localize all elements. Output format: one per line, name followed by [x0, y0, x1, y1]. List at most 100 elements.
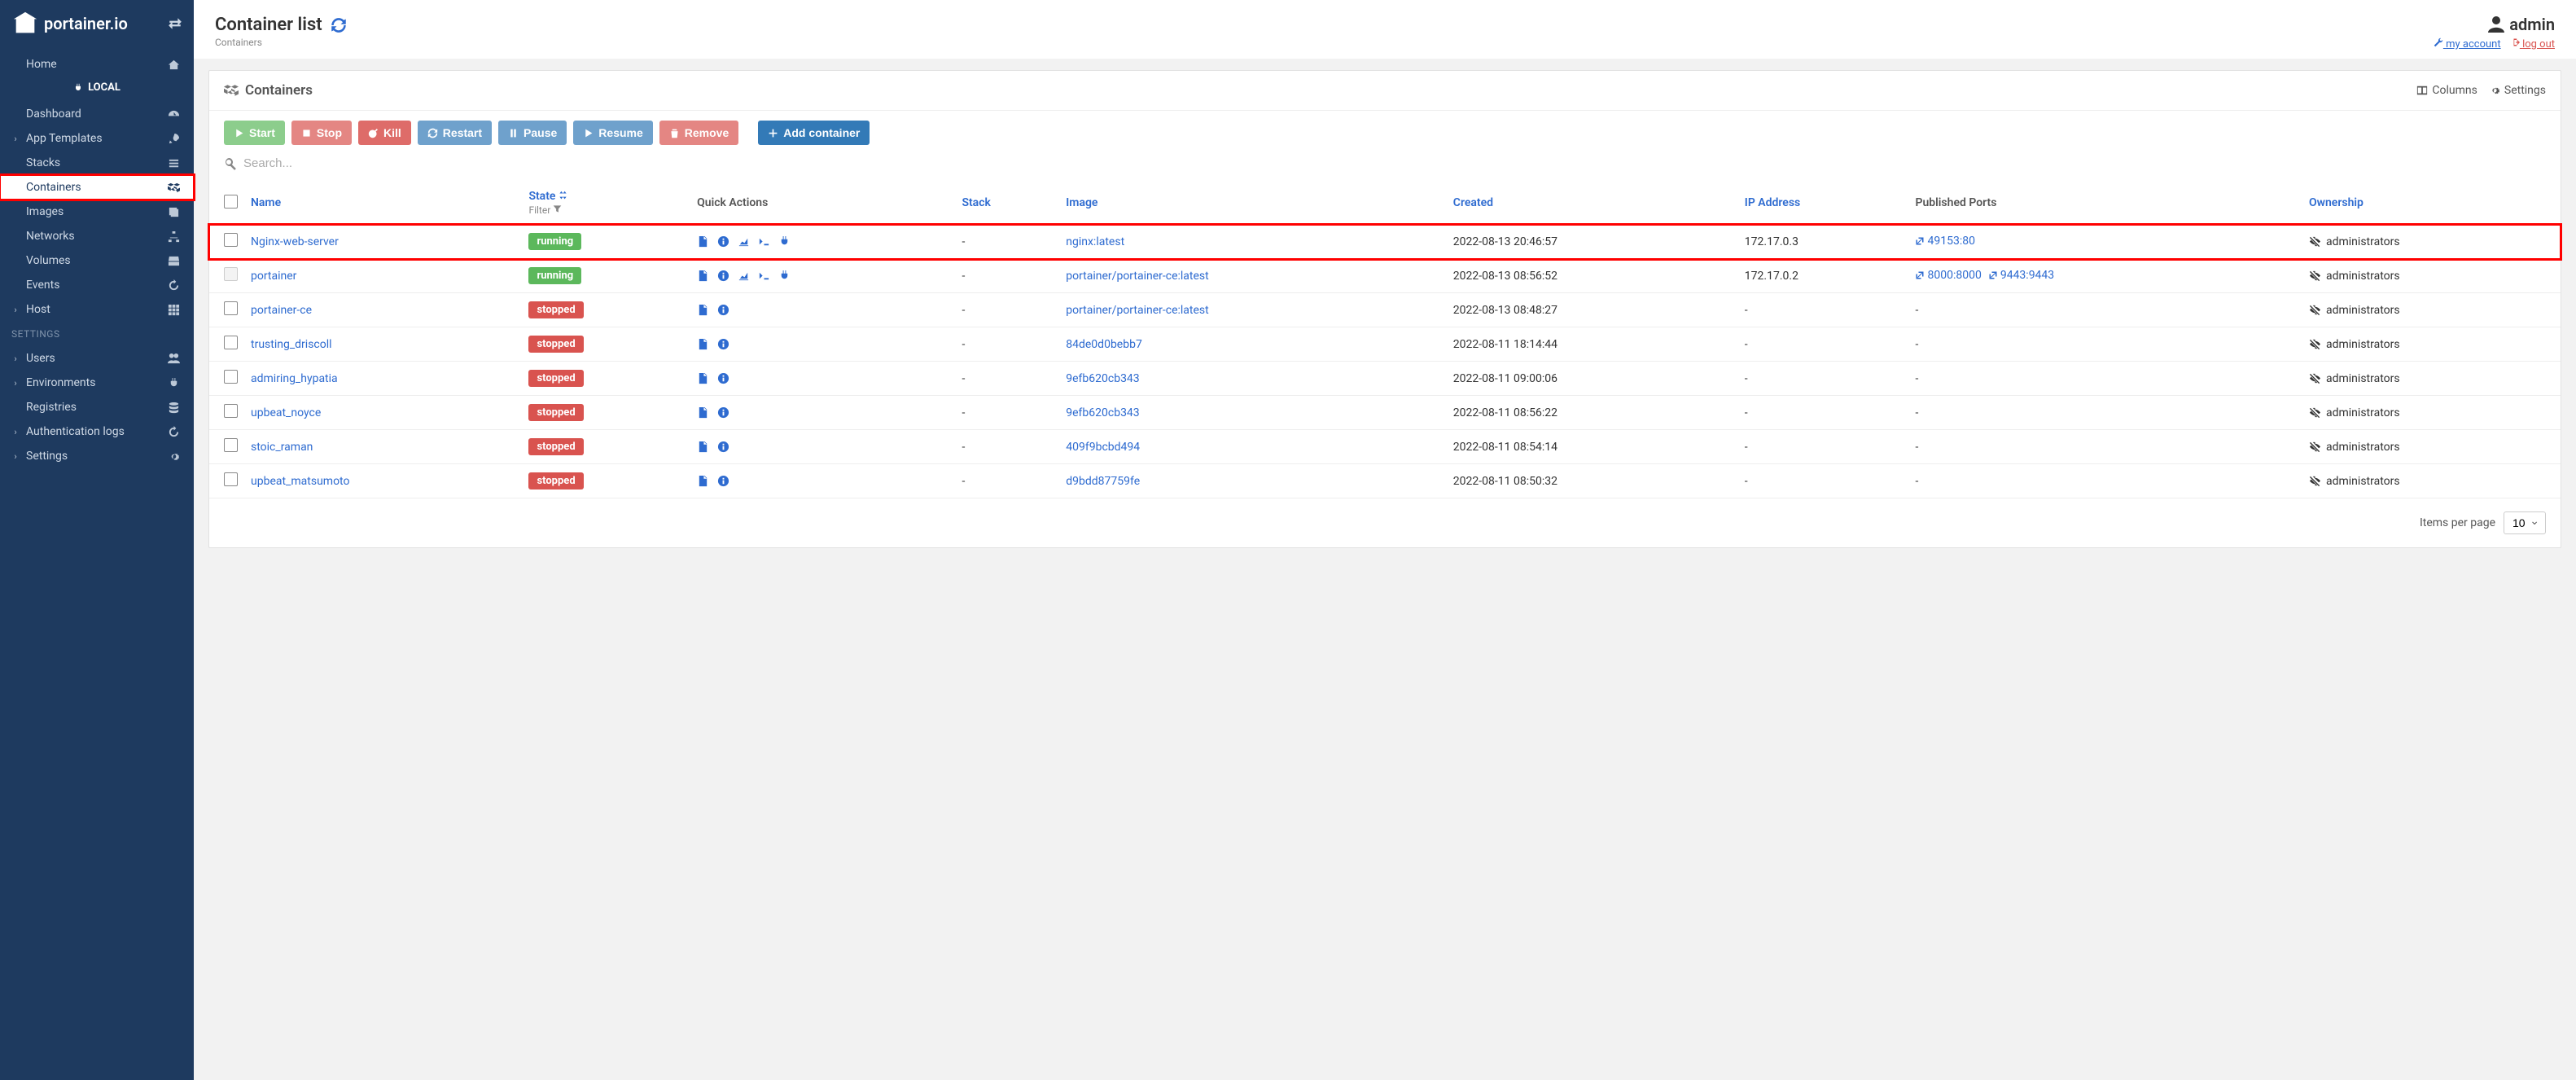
- sidebar-item-dashboard[interactable]: Dashboard: [0, 102, 194, 126]
- sidebar-item-images[interactable]: Images: [0, 200, 194, 224]
- settings-button[interactable]: Settings: [2489, 84, 2546, 97]
- inspect-icon[interactable]: [717, 372, 729, 384]
- brand-text: portainer.io: [44, 14, 128, 33]
- col-stack[interactable]: Stack: [955, 182, 1059, 225]
- row-checkbox[interactable]: [224, 336, 238, 349]
- inspect-icon[interactable]: [717, 406, 729, 419]
- refresh-icon[interactable]: [331, 17, 347, 33]
- brand-logo[interactable]: portainer.io: [11, 10, 128, 37]
- search-row: [209, 150, 2561, 182]
- logs-icon[interactable]: [697, 304, 709, 316]
- col-created[interactable]: Created: [1447, 182, 1738, 225]
- container-name-link[interactable]: stoic_raman: [251, 441, 313, 454]
- image-link[interactable]: 9efb620cb343: [1066, 406, 1139, 419]
- sidebar-item-authentication-logs[interactable]: ›Authentication logs: [0, 419, 194, 444]
- sidebar-item-home[interactable]: Home: [0, 52, 194, 77]
- logs-icon[interactable]: [697, 441, 709, 453]
- inspect-icon[interactable]: [717, 235, 729, 248]
- col-ownership[interactable]: Ownership: [2302, 182, 2561, 225]
- resume-button[interactable]: Resume: [573, 121, 652, 145]
- container-name-link[interactable]: upbeat_matsumoto: [251, 475, 349, 488]
- image-link[interactable]: portainer/portainer-ce:latest: [1066, 304, 1208, 317]
- container-name-link[interactable]: upbeat_noyce: [251, 406, 321, 419]
- sidebar-item-users[interactable]: ›Users: [0, 346, 194, 371]
- row-checkbox[interactable]: [224, 472, 238, 486]
- inspect-icon[interactable]: [717, 441, 729, 453]
- row-checkbox[interactable]: [224, 438, 238, 452]
- start-button[interactable]: Start: [224, 121, 285, 145]
- col-ip[interactable]: IP Address: [1738, 182, 1909, 225]
- image-link[interactable]: 9efb620cb343: [1066, 372, 1139, 385]
- col-state[interactable]: State Filter: [522, 182, 690, 225]
- logs-icon[interactable]: [697, 406, 709, 419]
- container-name-link[interactable]: portainer: [251, 270, 296, 283]
- attach-icon[interactable]: [778, 270, 791, 282]
- filter-icon[interactable]: [553, 204, 562, 213]
- image-link[interactable]: 84de0d0bebb7: [1066, 338, 1142, 351]
- sidebar-collapse-icon[interactable]: [168, 16, 182, 31]
- row-checkbox[interactable]: [224, 267, 238, 281]
- exec-icon[interactable]: [758, 235, 770, 248]
- stack-cell: -: [955, 293, 1059, 327]
- breadcrumb: Containers: [215, 37, 347, 48]
- logs-icon[interactable]: [697, 270, 709, 282]
- kill-button[interactable]: Kill: [358, 121, 411, 145]
- inspect-icon[interactable]: [717, 338, 729, 350]
- stats-icon[interactable]: [738, 270, 750, 282]
- stats-icon[interactable]: [738, 235, 750, 248]
- col-image[interactable]: Image: [1059, 182, 1447, 225]
- row-checkbox[interactable]: [224, 301, 238, 315]
- port-link[interactable]: 8000:8000: [1915, 269, 1981, 282]
- stop-button[interactable]: Stop: [291, 121, 352, 145]
- sidebar-item-events[interactable]: Events: [0, 273, 194, 297]
- port-link[interactable]: 49153:80: [1915, 235, 1974, 248]
- inspect-icon[interactable]: [717, 304, 729, 316]
- pause-button[interactable]: Pause: [498, 121, 567, 145]
- search-input[interactable]: [243, 156, 2546, 170]
- row-checkbox[interactable]: [224, 404, 238, 418]
- logs-icon[interactable]: [697, 235, 709, 248]
- sidebar-item-containers[interactable]: Containers: [0, 175, 194, 200]
- container-name-link[interactable]: Nginx-web-server: [251, 235, 339, 248]
- image-link[interactable]: nginx:latest: [1066, 235, 1124, 248]
- table-row: upbeat_noycestopped-9efb620cb3432022-08-…: [209, 396, 2561, 430]
- image-link[interactable]: d9bdd87759fe: [1066, 475, 1140, 488]
- columns-button[interactable]: Columns: [2416, 84, 2477, 97]
- sidebar-item-networks[interactable]: Networks: [0, 224, 194, 248]
- database-icon: [168, 402, 182, 414]
- add-container-button[interactable]: Add container: [758, 121, 870, 145]
- port-link[interactable]: 9443:9443: [1988, 269, 2054, 282]
- sidebar-item-stacks[interactable]: Stacks: [0, 151, 194, 175]
- sidebar-item-app-templates[interactable]: ›App Templates: [0, 126, 194, 151]
- sidebar-item-environments[interactable]: ›Environments: [0, 371, 194, 395]
- container-name-link[interactable]: trusting_driscoll: [251, 338, 332, 351]
- col-name[interactable]: Name: [244, 182, 522, 225]
- restart-button[interactable]: Restart: [418, 121, 492, 145]
- remove-button[interactable]: Remove: [659, 121, 738, 145]
- image-link[interactable]: portainer/portainer-ce:latest: [1066, 270, 1208, 283]
- select-all-checkbox[interactable]: [224, 195, 238, 209]
- rocket-icon: [168, 133, 182, 145]
- sidebar-item-host[interactable]: ›Host: [0, 297, 194, 322]
- sidebar-item-volumes[interactable]: Volumes: [0, 248, 194, 273]
- logs-icon[interactable]: [697, 338, 709, 350]
- container-name-link[interactable]: portainer-ce: [251, 304, 312, 317]
- inspect-icon[interactable]: [717, 270, 729, 282]
- row-checkbox[interactable]: [224, 233, 238, 247]
- users-icon: [168, 353, 182, 365]
- container-name-link[interactable]: admiring_hypatia: [251, 372, 338, 385]
- logs-icon[interactable]: [697, 372, 709, 384]
- col-ports: Published Ports: [1908, 182, 2302, 225]
- exec-icon[interactable]: [758, 270, 770, 282]
- items-per-page-select[interactable]: 10: [2504, 511, 2546, 534]
- my-account-link[interactable]: my account: [2434, 38, 2501, 50]
- sidebar-item-registries[interactable]: Registries: [0, 395, 194, 419]
- image-link[interactable]: 409f9bcbd494: [1066, 441, 1140, 454]
- inspect-icon[interactable]: [717, 475, 729, 487]
- row-checkbox[interactable]: [224, 370, 238, 384]
- log-out-link[interactable]: log out: [2510, 38, 2555, 50]
- ip-cell: -: [1738, 362, 1909, 396]
- sidebar-item-settings[interactable]: ›Settings: [0, 444, 194, 468]
- logs-icon[interactable]: [697, 475, 709, 487]
- attach-icon[interactable]: [778, 235, 791, 248]
